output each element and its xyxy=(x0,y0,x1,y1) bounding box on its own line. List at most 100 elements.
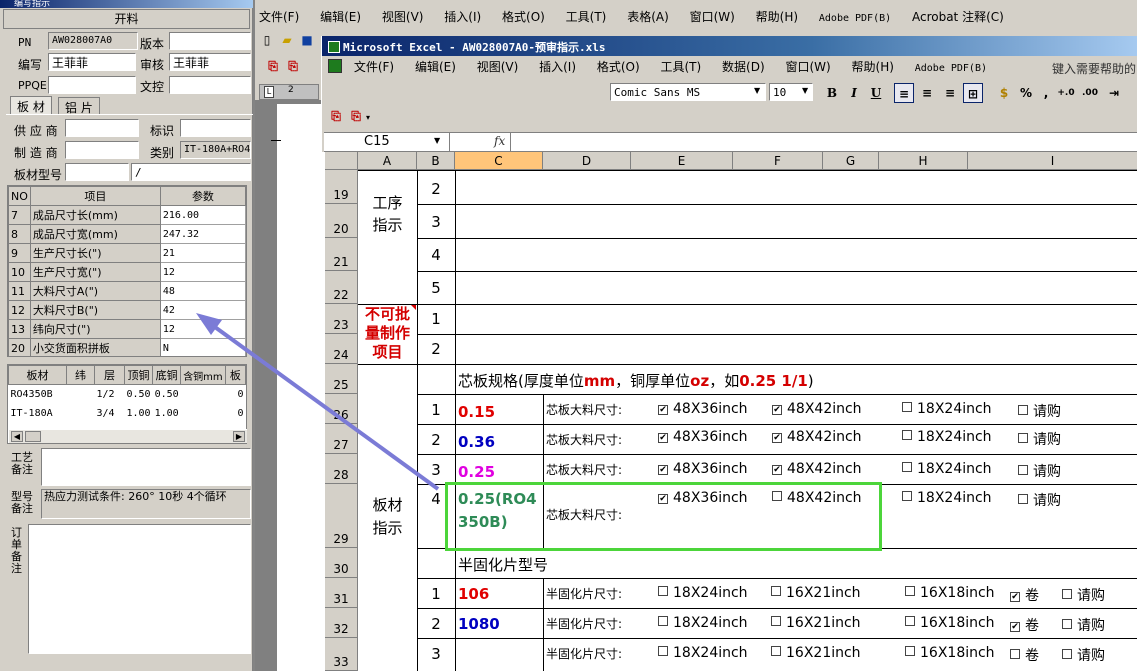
core-spec-header[interactable]: 芯板规格(厚度单位mm，铜厚单位oz，如0.25 1/1) xyxy=(458,370,814,391)
checkbox-icon[interactable] xyxy=(1018,465,1028,475)
checkbox-icon[interactable]: ✔ xyxy=(658,433,668,443)
excel-menu-data[interactable]: 数据(D) xyxy=(722,60,765,74)
row-header[interactable]: 29 xyxy=(325,484,358,548)
checkbox-purchase[interactable]: 请购 xyxy=(1062,585,1105,605)
row-header[interactable]: 28 xyxy=(325,454,358,484)
row-value[interactable]: 247.32 xyxy=(159,224,246,244)
checkbox-icon[interactable] xyxy=(905,586,915,596)
size-dropdown-icon[interactable]: ▼ xyxy=(802,86,808,95)
table-row[interactable]: 10 生产尺寸宽(") 12 xyxy=(8,262,246,282)
tab-stop-icon[interactable]: L xyxy=(264,86,274,98)
checkbox-icon[interactable] xyxy=(1062,589,1072,599)
core-size-label[interactable]: 芯板大料尺寸: xyxy=(546,401,622,418)
checkbox-roll[interactable]: ✔ 卷 xyxy=(1010,585,1039,605)
excel-menu-window[interactable]: 窗口(W) xyxy=(785,60,830,74)
save-icon[interactable]: ■ xyxy=(297,30,317,50)
checkbox-icon[interactable] xyxy=(1018,494,1028,504)
table-row[interactable]: 8 成品尺寸宽(mm) 247.32 xyxy=(8,224,246,244)
align-left-icon[interactable]: ≡ xyxy=(894,83,914,103)
row-header[interactable]: 19 xyxy=(325,170,358,204)
scroll-left-icon[interactable]: ◀ xyxy=(11,431,23,442)
prepreg-type[interactable]: 1080 xyxy=(458,615,500,633)
col-header-i[interactable]: I xyxy=(968,152,1137,170)
checkbox-icon[interactable] xyxy=(902,462,912,472)
model-note-field[interactable]: 热应力测试条件: 260° 10秒 4个循环 xyxy=(41,489,251,519)
type-field[interactable]: IT-180A+RO43 xyxy=(180,141,251,159)
scroll-thumb[interactable] xyxy=(25,431,41,442)
checkbox-roll[interactable]: ✔ 卷 xyxy=(1010,615,1039,635)
prepreg-row-number[interactable]: 2 xyxy=(417,615,455,633)
checkbox-16x18[interactable]: 16X18inch xyxy=(905,585,995,601)
checkbox-18x24[interactable]: 18X24inch xyxy=(658,645,748,661)
table-row[interactable]: 7 成品尺寸长(mm) 216.00 xyxy=(8,205,246,225)
toolbar-options-icon[interactable]: ▾ xyxy=(366,113,370,122)
word-menu-table[interactable]: 表格(A) xyxy=(627,10,669,24)
table-row[interactable]: 12 大料尺寸B(") 42 xyxy=(8,300,246,320)
model-field[interactable] xyxy=(65,163,129,181)
open-folder-icon[interactable]: ▰ xyxy=(277,30,297,50)
b20-cell[interactable]: 3 xyxy=(417,213,455,231)
checkbox-18x24[interactable]: 18X24inch xyxy=(902,490,992,506)
font-dropdown-icon[interactable]: ▼ xyxy=(754,86,760,95)
col-header-b[interactable]: B xyxy=(417,152,455,170)
row-header[interactable]: 30 xyxy=(325,548,358,578)
checkbox-18x24[interactable]: 18X24inch xyxy=(658,585,748,601)
checkbox-purchase[interactable]: 请购 xyxy=(1062,615,1105,635)
checkbox-16x21[interactable]: 16X21inch xyxy=(771,615,861,631)
process-note-field[interactable] xyxy=(41,448,251,486)
checkbox-roll[interactable]: 卷 xyxy=(1010,645,1039,665)
checkbox-icon[interactable] xyxy=(1018,405,1028,415)
row-header[interactable]: 22 xyxy=(325,271,358,304)
b21-cell[interactable]: 4 xyxy=(417,246,455,264)
checkbox-icon[interactable] xyxy=(658,646,668,656)
checkbox-icon[interactable] xyxy=(1010,649,1020,659)
checkbox-purchase[interactable]: 请购 xyxy=(1018,490,1061,510)
core-thickness[interactable]: 0.25 xyxy=(458,461,495,484)
spreadsheet-grid[interactable]: A B C D E F G H I 19 20 21 22 23 24 25 2… xyxy=(322,152,1137,671)
select-all-corner[interactable] xyxy=(325,152,358,170)
col-header-g[interactable]: G xyxy=(823,152,879,170)
checkbox-icon[interactable]: ✔ xyxy=(658,465,668,475)
row-header[interactable]: 25 xyxy=(325,364,358,394)
row-header[interactable]: 20 xyxy=(325,204,358,238)
checkbox-purchase[interactable]: 请购 xyxy=(1018,461,1061,481)
align-right-icon[interactable]: ≡ xyxy=(940,83,960,103)
excel-doc-icon[interactable] xyxy=(328,59,342,73)
col-layer[interactable]: 层 xyxy=(94,365,125,385)
core-row-number[interactable]: 2 xyxy=(417,431,455,449)
prepreg-header[interactable]: 半固化片型号 xyxy=(458,554,548,575)
decrease-decimal-icon[interactable]: .00 xyxy=(1080,83,1100,103)
checkbox-16x21[interactable]: 16X21inch xyxy=(771,585,861,601)
checkbox-16x18[interactable]: 16X18inch xyxy=(905,615,995,631)
maker-field[interactable] xyxy=(65,141,139,159)
checkbox-48x42[interactable]: ✔ 48X42inch xyxy=(772,401,862,417)
non-batch-label[interactable]: 不可批 量制作 项目 xyxy=(358,305,417,362)
word-menu-format[interactable]: 格式(O) xyxy=(502,10,545,24)
col-item[interactable]: 项目 xyxy=(29,186,161,206)
checkbox-icon[interactable] xyxy=(902,430,912,440)
word-menu-window[interactable]: 窗口(W) xyxy=(690,10,735,24)
core-size-label[interactable]: 芯板大料尺寸: xyxy=(546,461,622,478)
word-menu-insert[interactable]: 插入(I) xyxy=(444,10,481,24)
prepreg-size-label[interactable]: 半固化片尺寸: xyxy=(546,645,622,662)
name-box[interactable]: C15 xyxy=(324,133,450,151)
currency-icon[interactable]: $ xyxy=(994,83,1014,103)
checkbox-18x24[interactable]: 18X24inch xyxy=(658,615,748,631)
excel-menu-insert[interactable]: 插入(I) xyxy=(539,60,576,74)
table-row[interactable]: RO4350B 1/2 0.50 0.50 0 xyxy=(9,385,246,404)
col-header-h[interactable]: H xyxy=(879,152,968,170)
wenkong-field[interactable] xyxy=(169,76,251,94)
row-value[interactable]: 12 xyxy=(159,262,246,282)
prepreg-row-number[interactable]: 1 xyxy=(417,585,455,603)
fx-icon[interactable]: fx xyxy=(494,134,505,148)
review-field[interactable]: 王菲菲 xyxy=(169,53,251,71)
row-value[interactable]: 12 xyxy=(159,319,246,339)
checkbox-icon[interactable] xyxy=(658,616,668,626)
col-weft[interactable]: 纬 xyxy=(66,365,95,385)
tab-sheet-material[interactable]: 板 材 xyxy=(10,96,52,114)
checkbox-icon[interactable] xyxy=(658,586,668,596)
row-value[interactable]: N xyxy=(159,338,246,356)
excel-menu-adobe[interactable]: Adobe PDF(B) xyxy=(915,63,987,74)
checkbox-48x36[interactable]: ✔ 48X36inch xyxy=(658,401,748,417)
row-header[interactable]: 26 xyxy=(325,394,358,424)
